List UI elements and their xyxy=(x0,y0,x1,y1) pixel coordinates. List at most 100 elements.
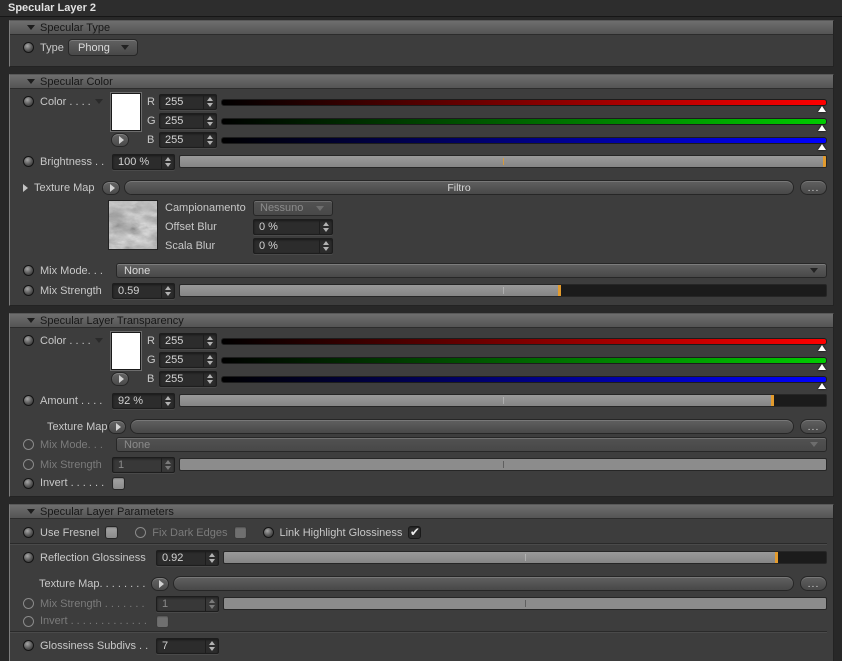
texture-expand-button[interactable] xyxy=(151,576,169,591)
anim-dot-invert[interactable] xyxy=(23,477,34,489)
section-header-transparency[interactable]: Specular Layer Transparency xyxy=(10,314,833,328)
slider-handle-icon[interactable] xyxy=(818,382,826,389)
slider-handle-icon[interactable] xyxy=(818,344,826,351)
collapse-triangle-icon[interactable] xyxy=(27,509,35,514)
slider-handle-icon[interactable] xyxy=(818,105,826,112)
anim-dot-mix-strength[interactable] xyxy=(23,285,34,296)
color-expand-button[interactable] xyxy=(111,372,129,386)
stepper-icon[interactable] xyxy=(203,114,216,128)
texture-expand-button[interactable] xyxy=(108,419,126,434)
collapse-triangle-icon[interactable] xyxy=(27,25,35,30)
brightness-slider[interactable] xyxy=(179,155,827,168)
anim-dot-reflection-glossiness[interactable] xyxy=(23,552,34,563)
type-dropdown[interactable]: Phong xyxy=(68,39,138,56)
color-expand-button[interactable] xyxy=(111,133,129,147)
amount-slider[interactable] xyxy=(179,394,827,407)
brightness-spinner[interactable]: 100 % xyxy=(112,153,175,170)
slider-handle-icon[interactable] xyxy=(818,143,826,150)
anim-dot-color[interactable] xyxy=(23,335,34,346)
color-options-triangle-icon[interactable] xyxy=(94,99,103,104)
g-gradient-slider[interactable] xyxy=(221,113,827,131)
stepper-icon[interactable] xyxy=(161,154,174,169)
section-header-specular-type[interactable]: Specular Type xyxy=(10,21,833,35)
reflection-glossiness-slider[interactable] xyxy=(223,551,827,564)
amount-spinner[interactable]: 92 % xyxy=(112,392,175,409)
color-options-triangle-icon[interactable] xyxy=(94,338,103,343)
anim-dot-amount[interactable] xyxy=(23,395,34,406)
use-fresnel-checkbox[interactable] xyxy=(105,526,119,539)
texture-browse-button[interactable]: ... xyxy=(800,576,827,591)
g-spinner[interactable]: 255 xyxy=(159,352,217,368)
stepper-icon[interactable] xyxy=(203,95,216,109)
chevron-down-icon xyxy=(810,268,818,273)
color-swatch[interactable] xyxy=(111,332,141,370)
texture-browse-button[interactable]: ... xyxy=(800,419,827,434)
stepper-icon[interactable] xyxy=(203,353,216,367)
chevron-down-icon xyxy=(121,45,129,50)
mix-mode-dropdown[interactable]: None xyxy=(116,263,827,278)
stepper-icon[interactable] xyxy=(203,334,216,348)
texture-slot-button[interactable] xyxy=(173,576,794,591)
anim-dot-type[interactable] xyxy=(23,42,34,53)
r-gradient-slider[interactable] xyxy=(221,333,827,351)
texture-map-label: Texture Map xyxy=(34,181,95,194)
reflection-glossiness-spinner[interactable]: 0.92 xyxy=(156,549,219,566)
r-gradient-slider[interactable] xyxy=(221,94,827,112)
r-spinner[interactable]: 255 xyxy=(159,333,217,349)
mix-strength-spinner[interactable]: 0.59 xyxy=(112,282,175,299)
texture-expand-button[interactable] xyxy=(102,180,120,195)
invert-checkbox[interactable] xyxy=(112,476,125,490)
texture-browse-button[interactable]: ... xyxy=(800,180,827,195)
g-gradient-slider[interactable] xyxy=(221,352,827,370)
r-label: R xyxy=(147,96,155,108)
collapse-triangle-icon[interactable] xyxy=(27,79,35,84)
anim-dot-color[interactable] xyxy=(23,96,34,107)
slider-handle-icon[interactable] xyxy=(818,363,826,370)
g-spinner[interactable]: 255 xyxy=(159,113,217,129)
texture-detail-block: Campionamento Nessuno Offset Blur 0 % Sc… xyxy=(10,200,827,257)
section-transparency: Specular Layer Transparency Color . . . … xyxy=(9,313,834,497)
r-spinner[interactable]: 255 xyxy=(159,94,217,110)
mix-strength-label: Mix Strength . . . . . . . xyxy=(40,597,145,610)
fix-dark-edges-checkbox xyxy=(233,526,247,539)
stepper-icon[interactable] xyxy=(203,133,216,147)
anim-dot-use-fresnel[interactable] xyxy=(23,527,34,538)
glossiness-subdivs-spinner[interactable]: 7 xyxy=(156,637,219,654)
b-spinner[interactable]: 255 xyxy=(159,371,217,387)
texture-filter-button[interactable]: Filtro xyxy=(124,180,794,195)
mix-strength-label: Mix Strength xyxy=(40,458,102,471)
section-header-specular-color[interactable]: Specular Color xyxy=(10,75,833,89)
invert-label: Invert . . . . . . xyxy=(40,477,105,489)
texture-slot-button[interactable] xyxy=(130,419,794,434)
type-dropdown-value: Phong xyxy=(78,41,110,54)
section-specular-type: Specular Type Type Phong xyxy=(9,20,834,67)
stepper-icon[interactable] xyxy=(161,283,174,298)
link-highlight-checkbox[interactable]: ✔ xyxy=(408,526,422,539)
type-label: Type xyxy=(40,41,64,54)
scale-blur-spinner[interactable]: 0 % xyxy=(253,238,333,254)
glossiness-subdivs-label: Glossiness Subdivs . . xyxy=(40,639,149,652)
texture-thumbnail[interactable] xyxy=(108,200,158,250)
expand-triangle-icon[interactable] xyxy=(23,183,28,192)
brightness-label: Brightness . . xyxy=(40,155,105,168)
stepper-icon[interactable] xyxy=(203,372,216,386)
offset-blur-spinner[interactable]: 0 % xyxy=(253,219,333,235)
b-spinner[interactable]: 255 xyxy=(159,132,217,148)
b-gradient-slider[interactable] xyxy=(221,132,827,150)
anim-dot-mix-mode[interactable] xyxy=(23,265,34,276)
anim-dot-glossiness-subdivs[interactable] xyxy=(23,640,34,651)
section-header-parameters[interactable]: Specular Layer Parameters xyxy=(10,505,833,519)
b-gradient-slider[interactable] xyxy=(221,371,827,389)
stepper-icon[interactable] xyxy=(205,550,218,565)
collapse-triangle-icon[interactable] xyxy=(27,318,35,323)
stepper-icon[interactable] xyxy=(205,638,218,653)
stepper-icon[interactable] xyxy=(161,393,174,408)
mix-mode-dropdown: None xyxy=(116,437,827,452)
anim-dot-brightness[interactable] xyxy=(23,156,34,167)
mix-strength-slider[interactable] xyxy=(179,284,827,297)
slider-handle-icon[interactable] xyxy=(818,124,826,131)
anim-dot-link-highlight[interactable] xyxy=(262,527,274,538)
color-swatch[interactable] xyxy=(111,93,141,131)
stepper-icon[interactable] xyxy=(319,239,332,253)
stepper-icon[interactable] xyxy=(319,220,332,234)
